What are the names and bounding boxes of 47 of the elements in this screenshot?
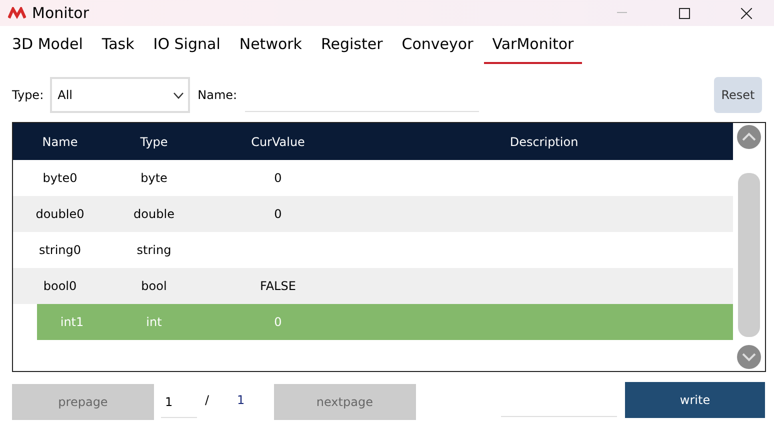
name-label: Name:: [198, 88, 238, 102]
type-dropdown[interactable]: All: [50, 77, 190, 113]
table-cell-text: int: [145, 315, 163, 329]
column-header: Type: [139, 134, 169, 148]
table-cell-text: bool0: [42, 279, 78, 293]
tab[interactable]: Conveyor: [394, 26, 482, 64]
nextpage-button[interactable]: nextpage: [274, 384, 416, 420]
scroll-up-icon[interactable]: [737, 125, 761, 149]
table-cell-text: int1: [59, 315, 85, 329]
chevron-down-icon: [172, 92, 184, 98]
table-cell-text: double: [132, 207, 176, 221]
tab[interactable]: IO Signal: [145, 26, 228, 64]
prepage-button[interactable]: prepage: [12, 384, 154, 420]
tab[interactable]: VarMonitor: [484, 26, 582, 64]
table-row[interactable]: bool0 bool FALSE: [13, 268, 733, 304]
table-cell-text: byte0: [42, 171, 78, 185]
column-header: Description: [508, 134, 580, 148]
close-icon[interactable]: [740, 8, 752, 18]
table-cell-text: byte: [140, 171, 168, 185]
table-row[interactable]: string0 string: [13, 232, 733, 268]
table-cell-text: string: [136, 243, 172, 257]
window-title: Monitor: [32, 4, 90, 22]
scroll-down-icon[interactable]: [737, 345, 761, 369]
table-cell-text: string0: [38, 243, 82, 257]
table-cell-text: 0: [273, 207, 283, 221]
column-header: CurValue: [250, 134, 306, 148]
table-cell-text: 0: [273, 315, 283, 329]
table-cell-text: 0: [273, 171, 283, 185]
page-field[interactable]: 1: [161, 386, 197, 418]
scrollbar-thumb[interactable]: [738, 173, 760, 337]
table-cell-text: FALSE: [259, 279, 297, 293]
tab[interactable]: 3D Model: [4, 26, 91, 64]
tab[interactable]: Task: [94, 26, 142, 64]
table-cell-text: bool: [140, 279, 168, 293]
page-separator: /: [205, 393, 210, 407]
table-row[interactable]: double0 double 0: [13, 196, 733, 232]
type-label: Type:: [12, 88, 44, 102]
tab[interactable]: Network: [231, 26, 310, 64]
page-total: 1: [237, 393, 245, 407]
reset-button[interactable]: Reset: [714, 77, 762, 113]
maximize-icon[interactable]: [678, 8, 690, 18]
tab[interactable]: Register: [313, 26, 391, 64]
table-row[interactable]: byte0 byte 0: [13, 160, 733, 196]
table-cell-text: double0: [34, 207, 86, 221]
logo-icon: [8, 7, 26, 19]
write-button[interactable]: write: [625, 382, 765, 418]
column-header: Name: [41, 134, 79, 148]
